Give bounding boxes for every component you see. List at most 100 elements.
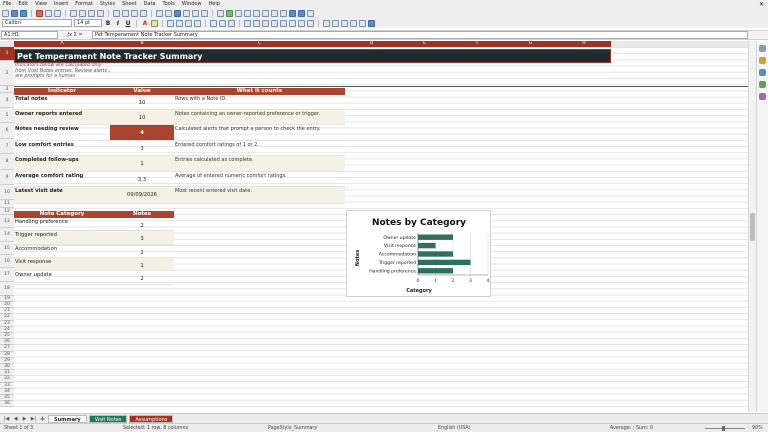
category-label[interactable]: Visit response bbox=[14, 258, 110, 270]
indicator-description[interactable]: Calculated alerts that prompt a person t… bbox=[174, 125, 345, 140]
indicator-value[interactable]: 10 bbox=[110, 95, 174, 109]
menu-insert[interactable]: Insert bbox=[54, 1, 68, 7]
properties-icon[interactable] bbox=[759, 45, 766, 52]
status-page-style[interactable]: PageStyle_Summary bbox=[268, 426, 317, 431]
zoom-slider[interactable] bbox=[705, 428, 745, 429]
align-left-icon[interactable] bbox=[167, 19, 174, 27]
find-replace-icon[interactable] bbox=[131, 9, 138, 17]
font-color-icon[interactable]: A bbox=[141, 20, 149, 27]
row-header[interactable]: 13 bbox=[0, 215, 14, 228]
row-header[interactable]: 7 bbox=[0, 139, 14, 154]
indicator-header[interactable]: Indicator bbox=[14, 88, 110, 95]
italic-icon[interactable]: I bbox=[114, 20, 122, 27]
center-vertically-icon[interactable] bbox=[219, 19, 226, 27]
status-language[interactable]: English (USA) bbox=[438, 426, 471, 431]
indicator-value[interactable]: 3.3 bbox=[110, 172, 174, 186]
name-box[interactable]: A1:H1 bbox=[1, 31, 58, 39]
freeze-rows-icon[interactable] bbox=[289, 9, 296, 17]
row-header[interactable]: 8 bbox=[0, 154, 14, 170]
borders-icon[interactable] bbox=[341, 19, 348, 27]
first-sheet-icon[interactable]: |◀ bbox=[3, 416, 10, 422]
align-bottom-icon[interactable] bbox=[228, 19, 235, 27]
row-header[interactable]: 16 bbox=[0, 255, 14, 268]
redo-icon[interactable] bbox=[122, 9, 129, 17]
menu-file[interactable]: File bbox=[3, 1, 11, 7]
menu-view[interactable]: View bbox=[35, 1, 47, 7]
decrease-indent-icon[interactable] bbox=[332, 19, 339, 27]
border-style-icon[interactable] bbox=[350, 19, 357, 27]
indicator-value-highlighted[interactable]: 4 bbox=[110, 125, 174, 140]
underline-icon[interactable]: U bbox=[124, 20, 132, 27]
page-title[interactable]: Pet Temperament Note Tracker Summary bbox=[14, 49, 611, 63]
row-header[interactable]: 5 bbox=[0, 108, 14, 123]
table-row[interactable]: Average comfort rating 3.3 Average of en… bbox=[14, 172, 345, 187]
define-print-area-icon[interactable] bbox=[280, 9, 287, 17]
align-right-icon[interactable] bbox=[185, 19, 192, 27]
status-aggregate[interactable]: Average: ; Sum: 0 bbox=[610, 426, 653, 431]
table-row[interactable]: Handling preference 2 bbox=[14, 218, 174, 231]
category-label[interactable]: Accommodation bbox=[14, 245, 110, 257]
table-row[interactable]: Notes needing review 4 Calculated alerts… bbox=[14, 125, 345, 141]
row-header[interactable]: 18 bbox=[0, 282, 14, 296]
percent-format-icon[interactable] bbox=[271, 19, 278, 27]
tab-assumptions[interactable]: Assumptions bbox=[129, 414, 174, 423]
wrap-text-icon[interactable] bbox=[244, 19, 251, 27]
styles-icon[interactable] bbox=[759, 57, 766, 64]
headers-footers-icon[interactable] bbox=[271, 9, 278, 17]
tab-visit-notes[interactable]: Visit Notes bbox=[88, 414, 128, 423]
menu-styles[interactable]: Styles bbox=[100, 1, 115, 7]
menu-edit[interactable]: Edit bbox=[18, 1, 28, 7]
column-icon[interactable] bbox=[165, 9, 172, 17]
indicator-description[interactable]: Notes containing an owner-reported prefe… bbox=[174, 110, 345, 124]
cut-icon[interactable] bbox=[70, 9, 77, 17]
insert-image-icon[interactable] bbox=[217, 9, 224, 17]
indicator-description[interactable]: Entered comfort ratings of 1 or 2. bbox=[174, 141, 345, 155]
category-label[interactable]: Trigger reported bbox=[14, 231, 110, 244]
menu-help[interactable]: Help bbox=[209, 1, 220, 7]
category-value[interactable]: 2 bbox=[110, 218, 174, 230]
row-header[interactable]: 9 bbox=[0, 170, 14, 185]
functions-icon[interactable] bbox=[759, 93, 766, 100]
copy-icon[interactable] bbox=[79, 9, 86, 17]
pivot-table-icon[interactable] bbox=[235, 9, 242, 17]
add-sheet-icon[interactable]: + bbox=[39, 415, 46, 423]
print-icon[interactable] bbox=[45, 9, 52, 17]
indicator-label[interactable]: Low comfort entries bbox=[14, 141, 110, 155]
save-icon[interactable] bbox=[20, 9, 27, 17]
row-header[interactable]: 36 bbox=[0, 401, 14, 408]
increase-indent-icon[interactable] bbox=[323, 19, 330, 27]
category-header[interactable]: Note Category bbox=[14, 211, 110, 218]
close-document-icon[interactable]: ✕ bbox=[759, 1, 764, 8]
row-header[interactable]: 17 bbox=[0, 268, 14, 282]
date-format-icon[interactable] bbox=[289, 19, 296, 27]
formula-input[interactable]: Pet Temperament Note Tracker Summary bbox=[92, 31, 748, 39]
sort-descending-icon[interactable] bbox=[192, 9, 199, 17]
indicator-label[interactable]: Owner reports entered bbox=[14, 110, 110, 124]
new-document-icon[interactable] bbox=[2, 9, 9, 17]
vertical-scrollbar[interactable] bbox=[748, 41, 756, 412]
insert-chart-icon[interactable] bbox=[226, 9, 233, 17]
row-header[interactable]: 15 bbox=[0, 242, 14, 255]
indicator-label[interactable]: Average comfort rating bbox=[14, 172, 110, 186]
table-row[interactable]: Completed follow-ups 1 Entries calculate… bbox=[14, 156, 345, 172]
row-icon[interactable] bbox=[156, 9, 163, 17]
indicator-description[interactable]: Rows with a Note ID. bbox=[174, 95, 345, 109]
table-row[interactable]: Total notes 10 Rows with a Note ID. bbox=[14, 95, 345, 110]
zoom-slider-handle[interactable] bbox=[722, 426, 725, 431]
table-row[interactable]: Visit response 1 bbox=[14, 258, 174, 271]
align-center-icon[interactable] bbox=[176, 19, 183, 27]
indicator-value[interactable]: 09/09/2026 bbox=[110, 187, 174, 203]
highlight-color-icon[interactable] bbox=[151, 19, 158, 27]
comment-icon[interactable] bbox=[262, 9, 269, 17]
last-sheet-icon[interactable]: ▶| bbox=[30, 416, 37, 422]
spelling-icon[interactable] bbox=[140, 9, 147, 17]
bold-icon[interactable]: B bbox=[104, 20, 112, 27]
print-preview-icon[interactable] bbox=[54, 9, 61, 17]
indicator-value[interactable]: 10 bbox=[110, 110, 174, 124]
split-window-icon[interactable] bbox=[298, 9, 305, 17]
sort-ascending-icon[interactable] bbox=[183, 9, 190, 17]
gallery-icon[interactable] bbox=[759, 69, 766, 76]
indicator-label[interactable]: Notes needing review bbox=[14, 125, 110, 140]
indicator-description[interactable]: Average of entered numeric comfort ratin… bbox=[174, 172, 345, 186]
show-draw-functions-icon[interactable] bbox=[307, 9, 314, 17]
